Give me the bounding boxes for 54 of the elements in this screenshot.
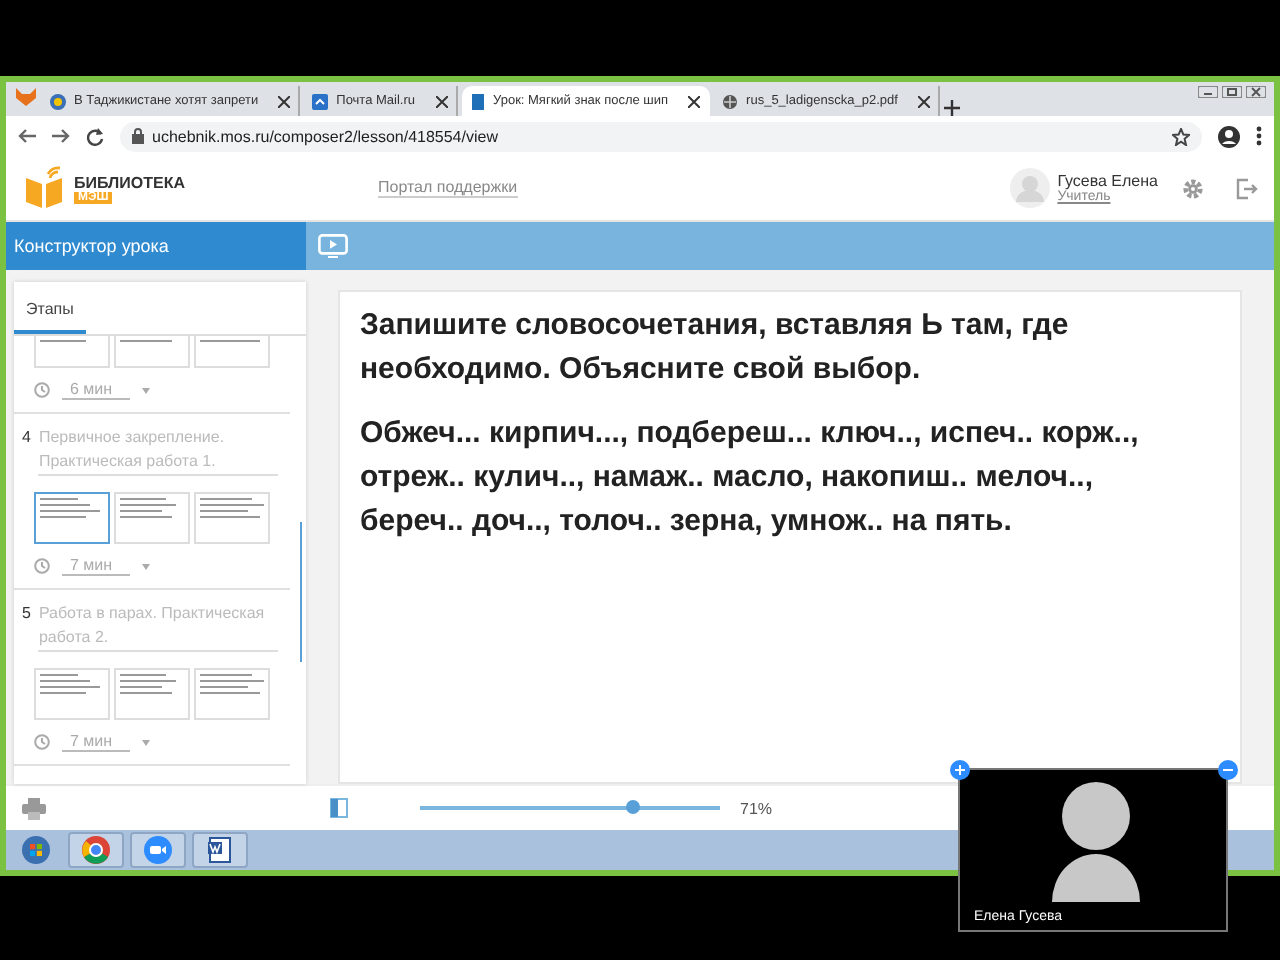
scrollbar[interactable]	[299, 522, 302, 662]
forward-arrow-icon[interactable]	[52, 128, 70, 144]
avatar-icon	[1009, 168, 1050, 208]
caret-icon	[142, 563, 150, 569]
lock-icon	[132, 128, 144, 144]
settings-icon[interactable]	[1182, 177, 1204, 199]
stage-number: 4	[22, 426, 31, 450]
stage-number: 5	[22, 602, 31, 626]
toolbar-title: Конструктор урока	[6, 222, 306, 270]
printer-icon[interactable]	[22, 797, 46, 819]
favicon-icon	[50, 93, 66, 109]
task-instruction: Запишите словосочетания, вставляя Ь там, где необходимо. Объясните свой выбор.	[360, 306, 1071, 390]
task-exercise: Обжеч... кирпич..., подбереш... ключ.., испеч.. корж.., отреж.. кулич.., намаж.. масло, накопиш.. мелоч.., береч.. доч.., толоч.. зерна, умнож.. на пять.	[360, 414, 1141, 542]
favicon-icon	[469, 93, 485, 109]
close-icon[interactable]	[278, 95, 291, 107]
plus-icon[interactable]	[943, 100, 960, 116]
fox-icon[interactable]	[14, 86, 38, 106]
url-text: uchebnik.mos.ru/composer2/lesson/418554/view	[152, 127, 498, 145]
start-orb-icon[interactable]	[22, 836, 50, 864]
video-camera-icon[interactable]	[144, 836, 172, 864]
user-name: Гусева Елена	[1057, 172, 1158, 190]
caret-icon	[142, 739, 150, 745]
star-icon[interactable]	[1172, 127, 1190, 145]
reload-icon[interactable]	[86, 127, 104, 145]
slide-thumbnail[interactable]	[34, 492, 110, 544]
close-icon[interactable]	[917, 95, 930, 107]
sidebar-toggle-icon[interactable]	[330, 798, 348, 818]
address-bar[interactable]: uchebnik.mos.ru/composer2/lesson/418554/view	[120, 121, 1202, 151]
clock-icon	[34, 382, 50, 398]
account-icon[interactable]	[1218, 125, 1240, 147]
menu-icon[interactable]	[1256, 126, 1262, 146]
book-icon	[22, 166, 66, 210]
close-icon[interactable]	[688, 95, 701, 107]
back-arrow-icon[interactable]	[18, 128, 36, 144]
person-silhouette-icon	[1046, 782, 1146, 902]
plus-circle-icon[interactable]	[950, 760, 970, 780]
clock-icon	[34, 734, 50, 750]
logo-title: БИБЛИОТЕКА	[74, 173, 188, 191]
chrome-icon[interactable]	[82, 836, 110, 864]
close-icon[interactable]	[435, 95, 447, 107]
caret-icon	[142, 387, 150, 393]
zoom-reading: 71%	[740, 799, 773, 817]
logout-icon[interactable]	[1236, 177, 1258, 199]
minimize-icon[interactable]	[1198, 86, 1218, 98]
slider-thumb[interactable]	[626, 800, 640, 815]
presentation-icon[interactable]	[318, 234, 348, 258]
favicon-icon	[312, 93, 329, 109]
support-link[interactable]: Портал поддержки	[378, 178, 518, 198]
document-icon[interactable]	[206, 836, 234, 864]
restore-icon[interactable]	[1222, 86, 1242, 98]
clock-icon	[34, 558, 50, 574]
favicon-icon	[722, 93, 739, 109]
close-icon[interactable]	[1246, 86, 1266, 98]
minus-circle-icon[interactable]	[1218, 760, 1238, 780]
